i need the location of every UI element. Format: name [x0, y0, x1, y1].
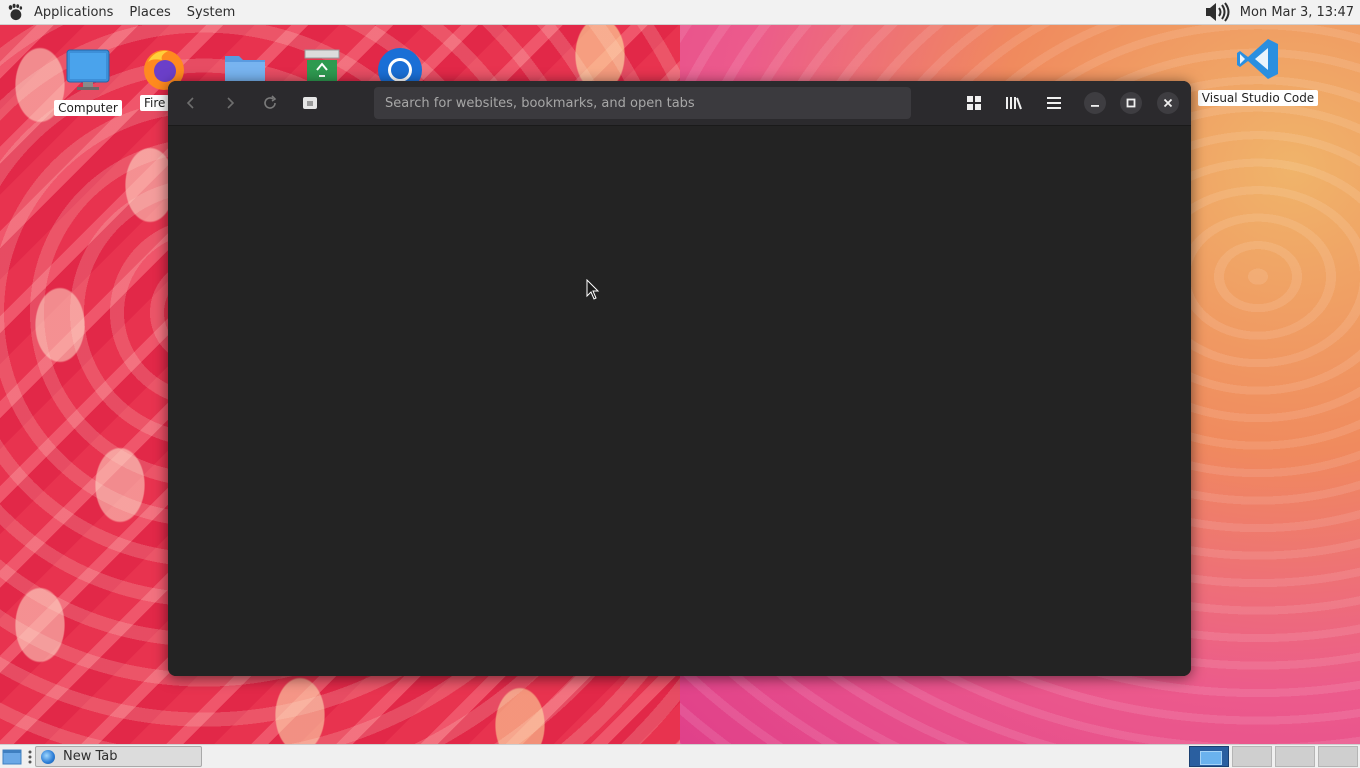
- top-panel: Applications Places System Mon Mar 3, 13…: [0, 0, 1360, 25]
- bottom-panel: New Tab: [0, 744, 1360, 768]
- reload-button[interactable]: [255, 88, 285, 118]
- clock[interactable]: Mon Mar 3, 13:47: [1240, 5, 1354, 20]
- desktop-icon-vscode[interactable]: Visual Studio Code: [1196, 36, 1320, 106]
- app-menu-button[interactable]: [1039, 88, 1069, 118]
- gnome-foot-icon[interactable]: [6, 3, 24, 21]
- menu-icon: [1047, 97, 1061, 109]
- browser-task-icon: [41, 749, 55, 764]
- panel-status-area: Mon Mar 3, 13:47: [1204, 2, 1360, 22]
- desktop-label-vscode: Visual Studio Code: [1197, 90, 1319, 106]
- minimize-icon: [1091, 105, 1099, 107]
- grid-icon: [967, 96, 981, 110]
- workspace-4[interactable]: [1318, 746, 1358, 767]
- show-desktop-icon[interactable]: [2, 748, 22, 766]
- browser-toolbar: [168, 81, 1191, 126]
- forward-icon: [227, 97, 235, 109]
- close-button[interactable]: [1157, 92, 1179, 114]
- library-button[interactable]: [999, 88, 1029, 118]
- trash-icon: [304, 49, 340, 84]
- menu-applications[interactable]: Applications: [26, 0, 121, 25]
- desktop-icon-computer[interactable]: Computer: [52, 48, 124, 116]
- page-icon: [303, 97, 317, 109]
- panel-handle-icon[interactable]: [28, 749, 32, 765]
- page-content[interactable]: [168, 126, 1191, 676]
- menu-system[interactable]: System: [179, 0, 243, 25]
- reload-icon: [264, 95, 277, 109]
- page-info-button[interactable]: [295, 88, 325, 118]
- back-icon: [186, 97, 194, 109]
- chrome-icon: [378, 48, 422, 92]
- back-button[interactable]: [176, 88, 206, 118]
- url-bar[interactable]: [374, 87, 911, 119]
- desktop-label-firefox: Fire: [140, 95, 170, 111]
- search-input[interactable]: [383, 94, 911, 112]
- workspace-3[interactable]: [1275, 746, 1315, 767]
- tab-overview-button[interactable]: [959, 88, 989, 118]
- workspace-window-thumbnail: [1200, 751, 1222, 765]
- mouse-cursor-icon: [586, 279, 600, 300]
- volume-icon[interactable]: [1204, 2, 1234, 22]
- computer-icon: [66, 49, 110, 90]
- maximize-icon: [1126, 98, 1136, 108]
- forward-button[interactable]: [215, 88, 245, 118]
- maximize-button[interactable]: [1120, 92, 1142, 114]
- minimize-button[interactable]: [1084, 92, 1106, 114]
- library-icon: [1006, 97, 1022, 110]
- workspace-2[interactable]: [1232, 746, 1272, 767]
- browser-window: [168, 81, 1191, 676]
- close-icon: [1163, 98, 1173, 108]
- workspace-1[interactable]: [1189, 746, 1229, 767]
- taskbar-button-label: New Tab: [63, 749, 118, 764]
- menu-places[interactable]: Places: [121, 0, 178, 25]
- vscode-icon: [1237, 39, 1278, 79]
- desktop-label-computer: Computer: [54, 100, 122, 116]
- taskbar-button-new-tab[interactable]: New Tab: [35, 746, 202, 767]
